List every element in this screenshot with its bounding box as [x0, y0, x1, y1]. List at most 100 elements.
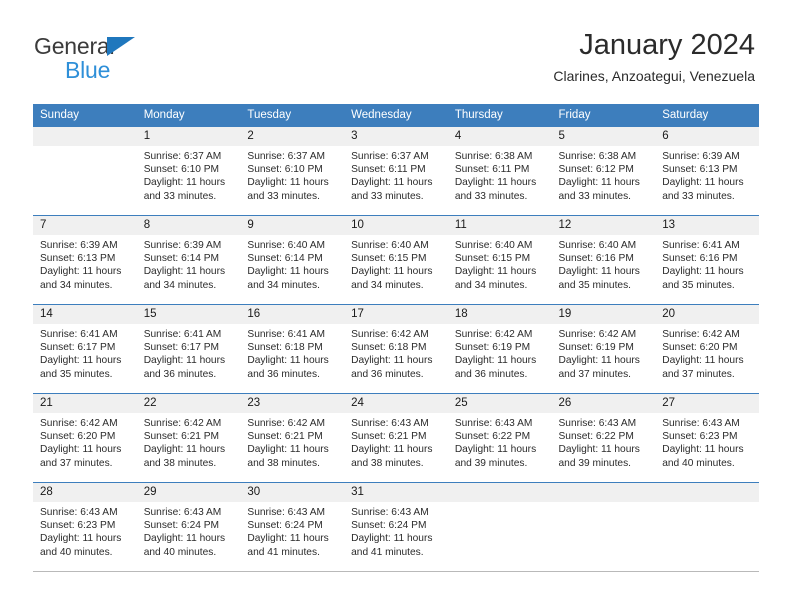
day-number: 6	[655, 127, 759, 146]
sunrise-time: Sunrise: 6:38 AM	[558, 151, 637, 162]
calendar-day-cell[interactable]: 18 Sunrise: 6:42 AM Sunset: 6:19 PM Dayligh…	[447, 304, 552, 394]
day-details: Sunrise: 6:37 AM Sunset: 6:10 PM Daylight:…	[137, 146, 241, 203]
sunrise-time: Sunrise: 6:39 AM	[40, 240, 118, 251]
daylight-duration-line1: Daylight: 11 hours	[558, 444, 640, 456]
sunrise-time: Sunrise: 6:43 AM	[558, 418, 637, 429]
calendar-day-cell[interactable]: 21 Sunrise: 6:42 AM Sunset: 6:20 PM Dayligh…	[33, 393, 137, 483]
daylight-duration-line1: Daylight: 11 hours	[558, 355, 640, 367]
daylight-duration-line1: Daylight: 11 hours	[351, 266, 433, 278]
weekday-header-tuesday: Tuesday	[240, 104, 345, 127]
calendar-day-cell[interactable]: 31 Sunrise: 6:43 AM Sunset: 6:24 PM Dayligh…	[344, 482, 448, 572]
calendar-day-cell[interactable]: 15 Sunrise: 6:41 AM Sunset: 6:17 PM Dayligh…	[136, 304, 241, 394]
calendar-day-cell[interactable]: 9 Sunrise: 6:40 AM Sunset: 6:14 PM Daylight…	[240, 215, 345, 305]
day-number: 7	[33, 216, 137, 235]
sunrise-time: Sunrise: 6:43 AM	[143, 507, 222, 518]
calendar-day-cell[interactable]: 26 Sunrise: 6:43 AM Sunset: 6:22 PM Dayligh…	[551, 393, 656, 483]
calendar-day-cell[interactable]: 3 Sunrise: 6:37 AM Sunset: 6:11 PM Daylight…	[344, 126, 448, 216]
calendar-day-cell[interactable]: 25 Sunrise: 6:43 AM Sunset: 6:22 PM Dayligh…	[447, 393, 552, 483]
day-number: 28	[33, 483, 137, 502]
day-details: Sunrise: 6:39 AM Sunset: 6:13 PM Daylight:…	[655, 146, 759, 203]
calendar-day-cell[interactable]: 23 Sunrise: 6:42 AM Sunset: 6:21 PM Dayligh…	[240, 393, 345, 483]
daylight-duration-line2: and 36 minutes.	[351, 368, 424, 380]
day-details: Sunrise: 6:40 AM Sunset: 6:15 PM Daylight:…	[344, 235, 448, 292]
calendar-day-cell[interactable]: 11 Sunrise: 6:40 AM Sunset: 6:15 PM Dayligh…	[447, 215, 552, 305]
sunrise-time: Sunrise: 6:42 AM	[662, 329, 740, 340]
day-details: Sunrise: 6:42 AM Sunset: 6:19 PM Daylight:…	[448, 324, 552, 381]
day-number: 24	[344, 394, 448, 413]
sunset-time: Sunset: 6:21 PM	[247, 431, 323, 443]
calendar-day-cell[interactable]: 30 Sunrise: 6:43 AM Sunset: 6:24 PM Dayligh…	[240, 482, 345, 572]
daylight-duration-line1: Daylight: 11 hours	[247, 266, 329, 278]
calendar-day-cell[interactable]: 19 Sunrise: 6:42 AM Sunset: 6:19 PM Dayligh…	[551, 304, 656, 394]
sunrise-time: Sunrise: 6:42 AM	[558, 329, 637, 340]
calendar-day-cell[interactable]: 24 Sunrise: 6:43 AM Sunset: 6:21 PM Dayligh…	[344, 393, 448, 483]
sunset-time: Sunset: 6:15 PM	[351, 253, 427, 265]
sunrise-time: Sunrise: 6:38 AM	[454, 151, 533, 162]
calendar-day-cell[interactable]: 10 Sunrise: 6:40 AM Sunset: 6:15 PM Dayligh…	[344, 215, 448, 305]
generalblue-logo[interactable]: General Blue	[34, 33, 234, 85]
sunset-time: Sunset: 6:13 PM	[40, 253, 116, 265]
day-number: 11	[447, 216, 552, 235]
day-number: 1	[136, 127, 241, 146]
calendar-day-cell-empty	[447, 482, 552, 572]
daylight-duration-line1: Daylight: 11 hours	[662, 177, 744, 189]
calendar-day-cell[interactable]: 8 Sunrise: 6:39 AM Sunset: 6:14 PM Daylight…	[136, 215, 241, 305]
calendar-day-cell[interactable]: 13 Sunrise: 6:41 AM Sunset: 6:16 PM Dayligh…	[655, 215, 759, 305]
sunrise-time: Sunrise: 6:37 AM	[143, 151, 222, 162]
calendar-day-cell[interactable]: 1 Sunrise: 6:37 AM Sunset: 6:10 PM Daylight…	[136, 126, 241, 216]
day-details: Sunrise: 6:39 AM Sunset: 6:13 PM Daylight:…	[33, 235, 137, 292]
sunset-time: Sunset: 6:18 PM	[351, 342, 427, 354]
day-details: Sunrise: 6:40 AM Sunset: 6:14 PM Daylight:…	[240, 235, 344, 292]
sunset-time: Sunset: 6:16 PM	[558, 253, 634, 265]
weekday-header-wednesday: Wednesday	[344, 104, 448, 127]
day-details: Sunrise: 6:42 AM Sunset: 6:20 PM Daylight:…	[655, 324, 759, 381]
daylight-duration-line2: and 40 minutes.	[662, 457, 735, 469]
daylight-duration-line1: Daylight: 11 hours	[454, 177, 537, 189]
daylight-duration-line1: Daylight: 11 hours	[454, 266, 537, 278]
day-number: 18	[447, 305, 552, 324]
page-subtitle-location: Clarines, Anzoategui, Venezuela	[553, 68, 755, 84]
calendar-day-cell[interactable]: 4 Sunrise: 6:38 AM Sunset: 6:11 PM Daylight…	[447, 126, 552, 216]
daylight-duration-line1: Daylight: 11 hours	[143, 266, 226, 278]
sunset-time: Sunset: 6:11 PM	[351, 164, 426, 176]
day-details: Sunrise: 6:43 AM Sunset: 6:24 PM Daylight:…	[344, 502, 448, 559]
day-number: 13	[655, 216, 759, 235]
calendar-day-cell[interactable]: 27 Sunrise: 6:43 AM Sunset: 6:23 PM Dayligh…	[655, 393, 759, 483]
day-number: 31	[344, 483, 448, 502]
daylight-duration-line2: and 33 minutes.	[454, 190, 528, 202]
calendar-day-cell[interactable]: 17 Sunrise: 6:42 AM Sunset: 6:18 PM Dayligh…	[344, 304, 448, 394]
daylight-duration-line2: and 36 minutes.	[247, 368, 320, 380]
sunset-time: Sunset: 6:24 PM	[143, 520, 220, 532]
calendar-day-cell[interactable]: 29 Sunrise: 6:43 AM Sunset: 6:24 PM Dayligh…	[136, 482, 241, 572]
calendar-day-cell[interactable]: 20 Sunrise: 6:42 AM Sunset: 6:20 PM Dayligh…	[655, 304, 759, 394]
day-number: 30	[240, 483, 345, 502]
sunrise-time: Sunrise: 6:42 AM	[40, 418, 118, 429]
sunrise-time: Sunrise: 6:37 AM	[247, 151, 325, 162]
sunset-time: Sunset: 6:11 PM	[454, 164, 530, 176]
daylight-duration-line2: and 39 minutes.	[558, 457, 632, 469]
weekday-header-saturday: Saturday	[655, 104, 759, 127]
calendar-day-cell[interactable]: 12 Sunrise: 6:40 AM Sunset: 6:16 PM Dayligh…	[551, 215, 656, 305]
sunrise-time: Sunrise: 6:37 AM	[351, 151, 429, 162]
daylight-duration-line2: and 37 minutes.	[662, 368, 735, 380]
calendar-table: Sunday Monday Tuesday Wednesday Thursday…	[33, 104, 759, 572]
calendar-day-cell[interactable]: 28 Sunrise: 6:43 AM Sunset: 6:23 PM Dayligh…	[33, 482, 137, 572]
calendar-day-cell[interactable]: 22 Sunrise: 6:42 AM Sunset: 6:21 PM Dayligh…	[136, 393, 241, 483]
calendar-day-cell[interactable]: 2 Sunrise: 6:37 AM Sunset: 6:10 PM Daylight…	[240, 126, 345, 216]
day-number: 15	[136, 305, 241, 324]
calendar-day-cell[interactable]: 16 Sunrise: 6:41 AM Sunset: 6:18 PM Dayligh…	[240, 304, 345, 394]
logo-text-general: General	[34, 33, 115, 59]
calendar-day-cell[interactable]: 6 Sunrise: 6:39 AM Sunset: 6:13 PM Daylight…	[655, 126, 759, 216]
page-header: General Blue January 2024 Clarines, Anzo…	[0, 0, 792, 103]
daylight-duration-line2: and 35 minutes.	[40, 368, 113, 380]
calendar-day-cell[interactable]: 5 Sunrise: 6:38 AM Sunset: 6:12 PM Daylight…	[551, 126, 656, 216]
day-details: Sunrise: 6:42 AM Sunset: 6:19 PM Daylight:…	[552, 324, 656, 381]
day-details: Sunrise: 6:42 AM Sunset: 6:21 PM Daylight:…	[240, 413, 344, 470]
calendar-day-cell[interactable]: 7 Sunrise: 6:39 AM Sunset: 6:13 PM Daylight…	[33, 215, 137, 305]
calendar-day-cell[interactable]: 14 Sunrise: 6:41 AM Sunset: 6:17 PM Dayligh…	[33, 304, 137, 394]
daylight-duration-line2: and 34 minutes.	[454, 279, 528, 291]
sunrise-time: Sunrise: 6:40 AM	[558, 240, 637, 251]
daylight-duration-line2: and 34 minutes.	[247, 279, 320, 291]
daylight-duration-line1: Daylight: 11 hours	[143, 444, 226, 456]
day-number	[655, 483, 759, 502]
